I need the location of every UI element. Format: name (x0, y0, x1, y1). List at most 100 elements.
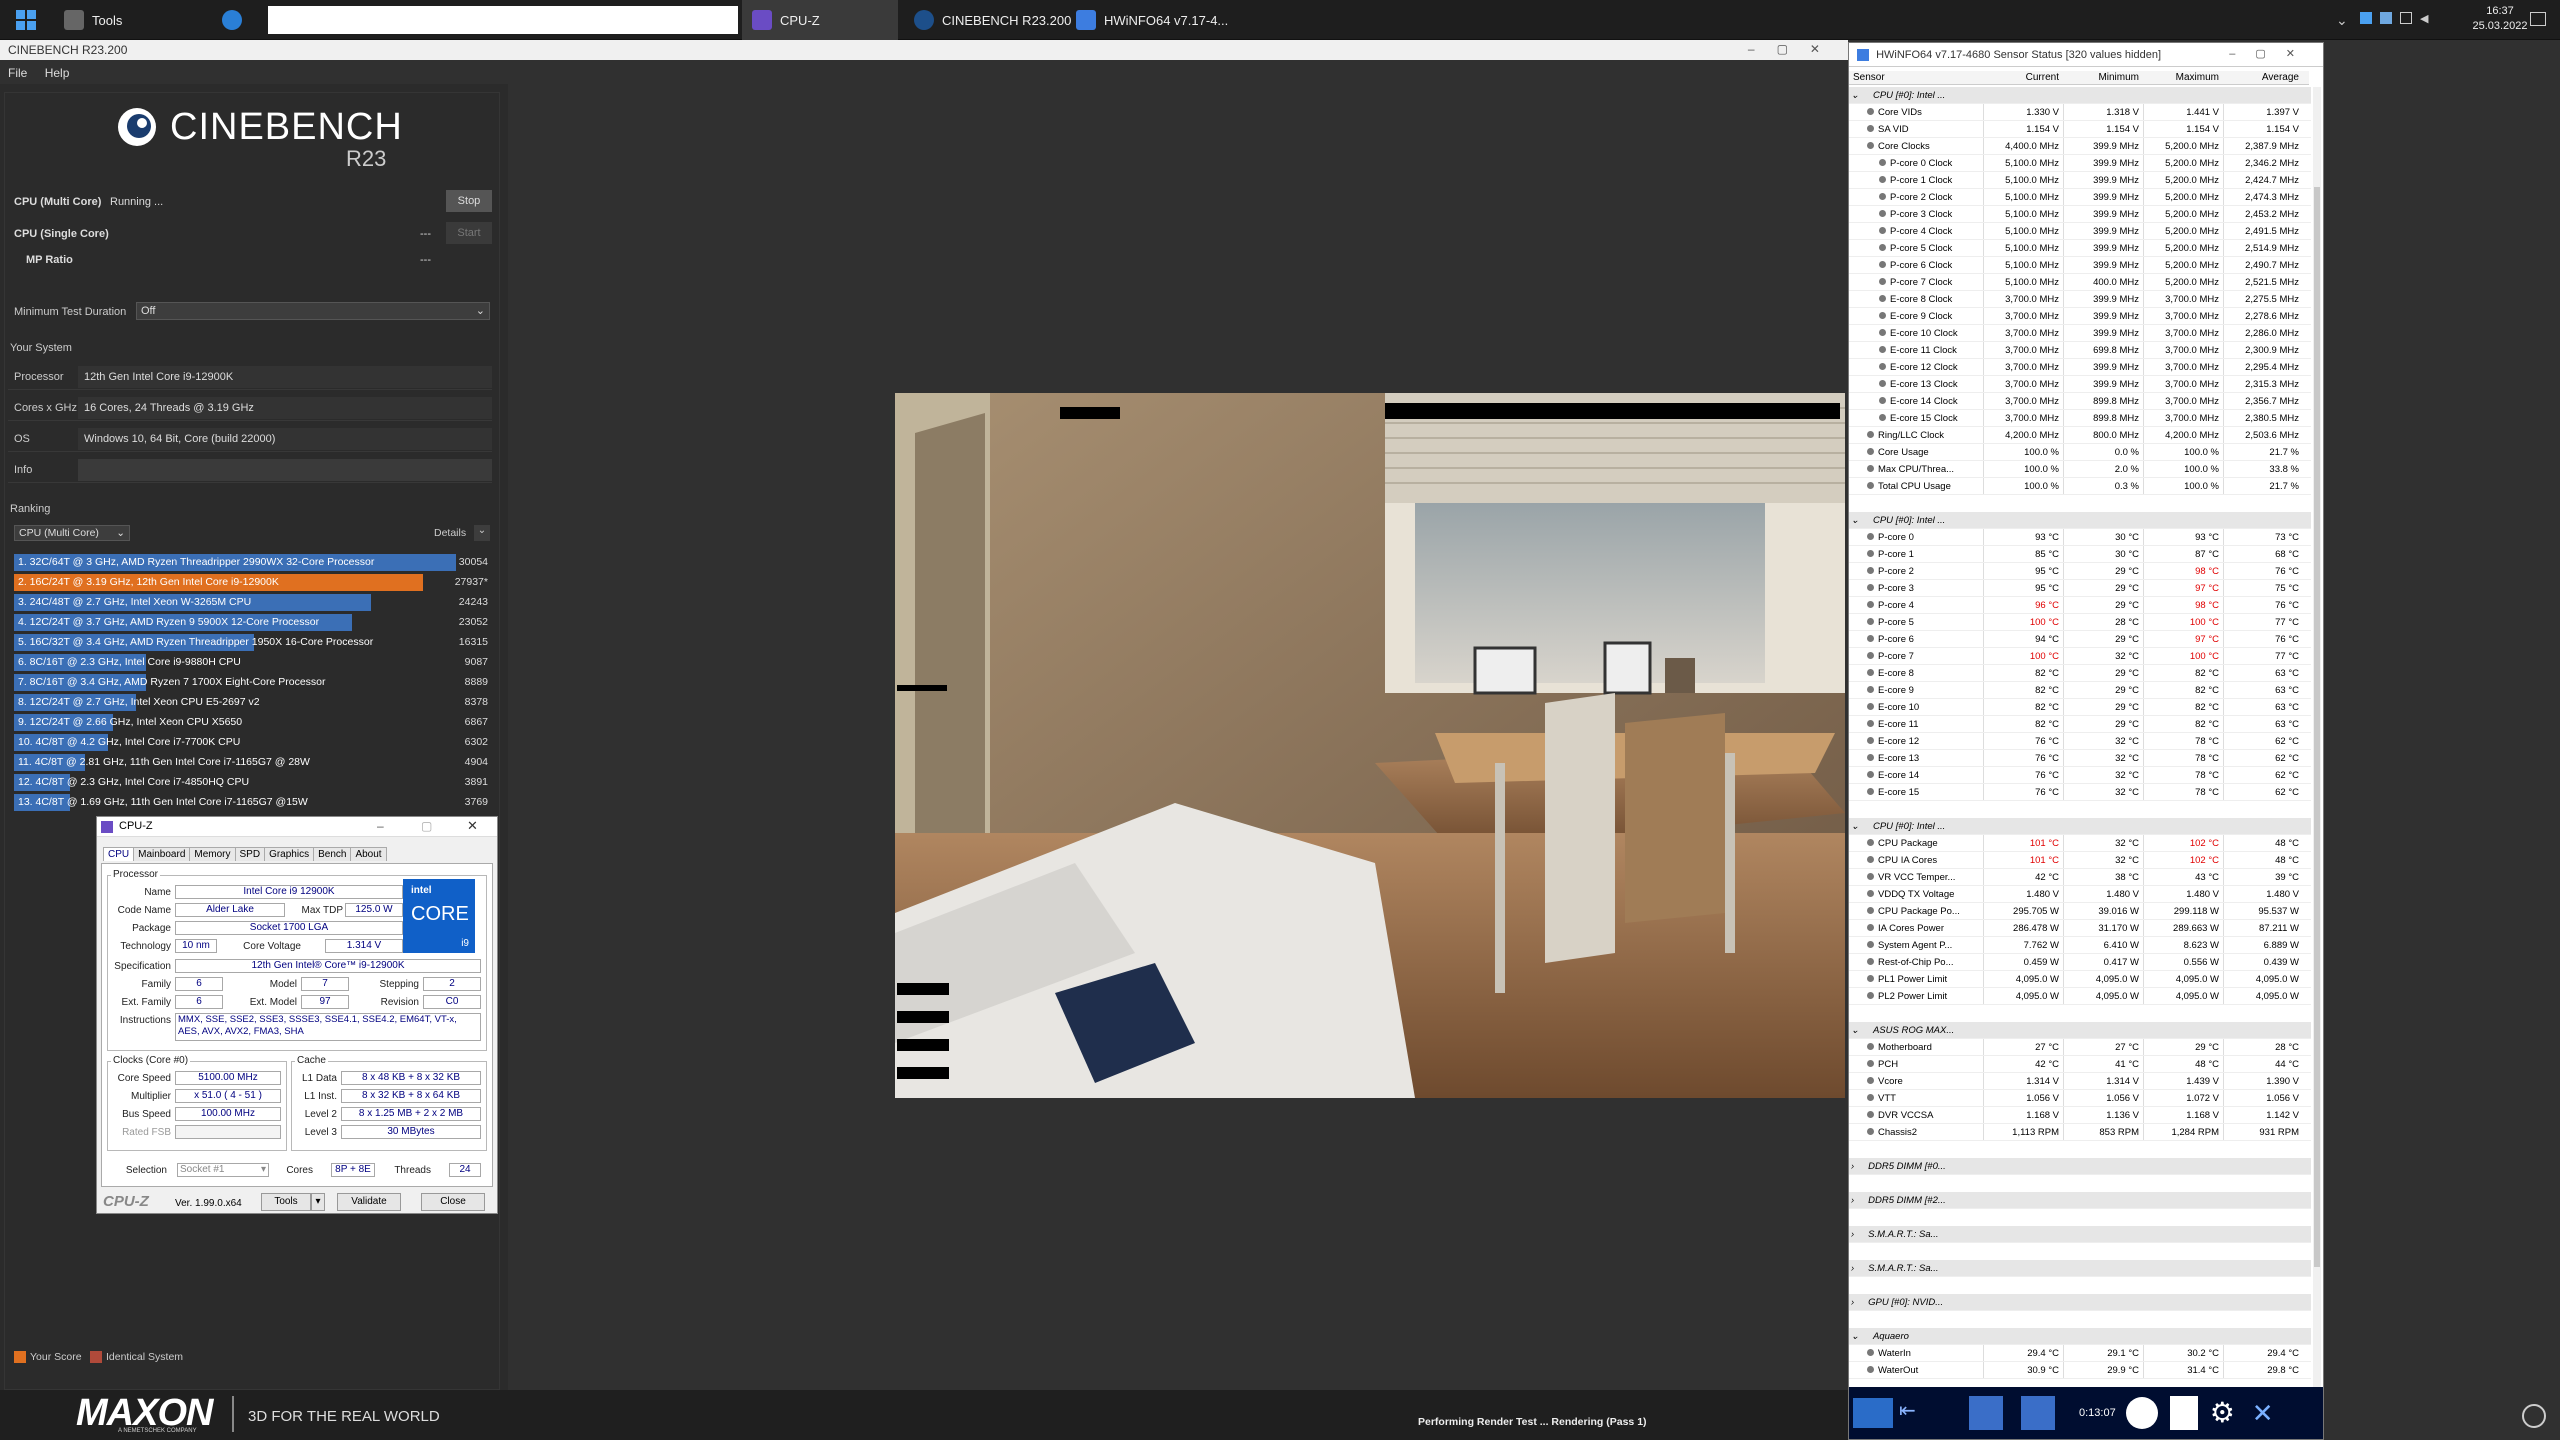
sensor-row[interactable]: SA VID 1.154 V 1.154 V 1.154 V 1.154 V (1849, 121, 2311, 138)
sensor-row[interactable]: Core Clocks 4,400.0 MHz 399.9 MHz 5,200.0 M… (1849, 138, 2311, 155)
chevron-right-icon[interactable]: › (1851, 1263, 1854, 1274)
sensor-row[interactable]: Chassis2 1,113 RPM 853 RPM 1,284 RPM 931 RPM (1849, 1124, 2311, 1141)
ranking-item[interactable]: 11. 4C/8T @ 2.81 GHz, 11th Gen Intel Cor… (14, 754, 488, 771)
close-button[interactable]: Close (421, 1193, 485, 1211)
sensor-row[interactable]: P-core 6 Clock 5,100.0 MHz 399.9 MHz 5,200.… (1849, 257, 2311, 274)
ranking-item[interactable]: 4. 12C/24T @ 3.7 GHz, AMD Ryzen 9 5900X … (14, 614, 488, 631)
sensor-row[interactable]: P-core 2 95 °C 29 °C 98 °C 76 °C (1849, 563, 2311, 580)
ranking-item[interactable]: 5. 16C/32T @ 3.4 GHz, AMD Ryzen Threadri… (14, 634, 488, 651)
validate-button[interactable]: Validate (337, 1193, 401, 1211)
sensor-group[interactable]: ⌄ ASUS ROG MAX... (1849, 1022, 2311, 1039)
sensor-row[interactable]: P-core 3 Clock 5,100.0 MHz 399.9 MHz 5,200.… (1849, 206, 2311, 223)
start-button[interactable]: Start (446, 222, 492, 244)
sensor-group[interactable]: › S.M.A.R.T.: Sa... (1849, 1260, 2311, 1277)
sensor-group[interactable]: › S.M.A.R.T.: Sa... (1849, 1226, 2311, 1243)
chevron-right-icon[interactable]: › (1851, 1161, 1854, 1172)
stop-button[interactable]: Stop (446, 190, 492, 212)
min-duration-select[interactable]: Off ⌄ (136, 302, 490, 320)
sensor-row[interactable]: P-core 1 85 °C 30 °C 87 °C 68 °C (1849, 546, 2311, 563)
notification-icon[interactable] (2530, 12, 2546, 26)
sensor-row[interactable]: Total CPU Usage 100.0 % 0.3 % 100.0 % 21.7 % (1849, 478, 2311, 495)
minimize-icon[interactable]: – (377, 819, 384, 833)
scrollbar[interactable] (2313, 87, 2321, 1387)
gear-icon[interactable]: ⚙ (2210, 1396, 2244, 1430)
sensor-row[interactable]: E-core 9 82 °C 29 °C 82 °C 63 °C (1849, 682, 2311, 699)
ranking-item[interactable]: 10. 4C/8T @ 4.2 GHz, Intel Core i7-7700K… (14, 734, 488, 751)
sensor-row[interactable]: VDDQ TX Voltage 1.480 V 1.480 V 1.480 V 1.48… (1849, 886, 2311, 903)
sensor-row[interactable]: VTT 1.056 V 1.056 V 1.072 V 1.056 V (1849, 1090, 2311, 1107)
chevron-down-icon[interactable]: ⌄ (1851, 90, 1859, 101)
taskbar-item-cpuz[interactable]: CPU-Z (742, 0, 898, 40)
socket-select[interactable]: Socket #1 ▾ (177, 1163, 269, 1177)
network-icon[interactable] (2021, 1396, 2055, 1430)
sensor-row[interactable]: E-core 15 76 °C 32 °C 78 °C 62 °C (1849, 784, 2311, 801)
tab-memory[interactable]: Memory (189, 847, 236, 861)
tab-spd[interactable]: SPD (234, 847, 266, 861)
tab-graphics[interactable]: Graphics (264, 847, 315, 861)
sensor-row[interactable]: IA Cores Power 286.478 W 31.170 W 289.663 W… (1849, 920, 2311, 937)
ranking-select[interactable]: CPU (Multi Core) ⌄ (14, 525, 130, 541)
col-minimum[interactable]: Minimum (2063, 71, 2143, 84)
sensor-row[interactable]: DVR VCCSA 1.168 V 1.136 V 1.168 V 1.142 V (1849, 1107, 2311, 1124)
sensor-row[interactable]: CPU Package Po... 295.705 W 39.016 W 299.11… (1849, 903, 2311, 920)
chevron-down-icon[interactable]: ⌄ (1851, 821, 1859, 832)
menu-help[interactable]: Help (45, 66, 70, 80)
sensor-group[interactable]: ⌄ CPU [#0]: Intel ... (1849, 87, 2311, 104)
sensor-row[interactable]: WaterIn 29.4 °C 29.1 °C 30.2 °C 29.4 °C (1849, 1345, 2311, 1362)
col-sensor[interactable]: Sensor (1849, 71, 1983, 84)
sensor-row[interactable]: PL1 Power Limit 4,095.0 W 4,095.0 W 4,095.0… (1849, 971, 2311, 988)
sensor-row[interactable]: WaterOut 30.9 °C 29.9 °C 31.4 °C 29.8 °C (1849, 1362, 2311, 1379)
menu-file[interactable]: File (8, 66, 27, 80)
col-current[interactable]: Current (1983, 71, 2063, 84)
network-icon[interactable] (2400, 12, 2412, 24)
chevron-down-icon[interactable]: ⌄ (1851, 1331, 1859, 1342)
tools-dropdown-icon[interactable]: ▾ (311, 1193, 325, 1211)
tab-about[interactable]: About (350, 847, 387, 861)
details-chevron-icon[interactable]: ⌄ (474, 525, 490, 541)
sensor-row[interactable]: E-core 10 Clock 3,700.0 MHz 399.9 MHz 3,700… (1849, 325, 2311, 342)
sensor-row[interactable]: P-core 0 93 °C 30 °C 93 °C 73 °C (1849, 529, 2311, 546)
sensor-row[interactable]: E-core 12 76 °C 32 °C 78 °C 62 °C (1849, 733, 2311, 750)
notification-center-icon[interactable] (2522, 1404, 2546, 1428)
taskbar-item-hwinfo[interactable]: HWiNFO64 v7.17-4... (1066, 0, 1238, 40)
ranking-item[interactable]: 6. 8C/16T @ 2.3 GHz, Intel Core i9-9880H… (14, 654, 488, 671)
sensor-row[interactable]: System Agent P... 7.762 W 6.410 W 8.623 W 6.… (1849, 937, 2311, 954)
sensor-row[interactable]: Max CPU/Threa... 100.0 % 2.0 % 100.0 % 33.8 … (1849, 461, 2311, 478)
sensor-row[interactable]: E-core 15 Clock 3,700.0 MHz 899.8 MHz 3,700… (1849, 410, 2311, 427)
clock-icon[interactable] (2125, 1397, 2158, 1429)
tools-button[interactable]: Tools (261, 1193, 311, 1211)
sensor-row[interactable]: VR VCC Temper... 42 °C 38 °C 43 °C 39 °C (1849, 869, 2311, 886)
sensor-row[interactable]: E-core 13 76 °C 32 °C 78 °C 62 °C (1849, 750, 2311, 767)
sensor-row[interactable]: P-core 5 100 °C 28 °C 100 °C 77 °C (1849, 614, 2311, 631)
close-icon[interactable]: ✕ (467, 818, 478, 834)
maximize-icon[interactable]: ▢ (421, 819, 432, 833)
taskbar-item-tools[interactable]: Tools (54, 0, 132, 40)
details-button[interactable]: Details (434, 527, 466, 539)
ranking-item[interactable]: 2. 16C/24T @ 3.19 GHz, 12th Gen Intel Co… (14, 574, 488, 591)
chevron-right-icon[interactable]: › (1851, 1229, 1854, 1240)
sensor-row[interactable]: P-core 7 100 °C 32 °C 100 °C 77 °C (1849, 648, 2311, 665)
collapse-icon[interactable]: ⇤ (1899, 1398, 1929, 1428)
tab-bench[interactable]: Bench (313, 847, 352, 861)
info-field[interactable] (78, 458, 492, 481)
sensor-row[interactable]: P-core 4 96 °C 29 °C 98 °C 76 °C (1849, 597, 2311, 614)
sensor-row[interactable]: CPU IA Cores 101 °C 32 °C 102 °C 48 °C (1849, 852, 2311, 869)
arrows-left-right-icon[interactable] (1853, 1398, 1893, 1428)
sensor-row[interactable]: P-core 4 Clock 5,100.0 MHz 399.9 MHz 5,200.… (1849, 223, 2311, 240)
sensor-row[interactable]: E-core 14 Clock 3,700.0 MHz 899.8 MHz 3,700… (1849, 393, 2311, 410)
window-controls[interactable]: –▢✕ (1748, 42, 1842, 56)
sensor-row[interactable]: P-core 2 Clock 5,100.0 MHz 399.9 MHz 5,200.… (1849, 189, 2311, 206)
ranking-item[interactable]: 12. 4C/8T @ 2.3 GHz, Intel Core i7-4850H… (14, 774, 488, 791)
col-average[interactable]: Average (2223, 71, 2303, 84)
sensor-row[interactable]: Core Usage 100.0 % 0.0 % 100.0 % 21.7 % (1849, 444, 2311, 461)
volume-icon[interactable]: ◀ (2420, 12, 2432, 25)
tray-app-icon[interactable] (2360, 12, 2372, 24)
sensor-row[interactable]: E-core 11 Clock 3,700.0 MHz 699.8 MHz 3,700… (1849, 342, 2311, 359)
sensor-row[interactable]: E-core 13 Clock 3,700.0 MHz 399.9 MHz 3,700… (1849, 376, 2311, 393)
taskbar-item-edge[interactable] (212, 0, 252, 40)
chevron-right-icon[interactable]: › (1851, 1297, 1854, 1308)
sensor-group[interactable]: › DDR5 DIMM [#0... (1849, 1158, 2311, 1175)
ranking-item[interactable]: 13. 4C/8T @ 1.69 GHz, 11th Gen Intel Cor… (14, 794, 488, 811)
sensor-row[interactable]: Rest-of-Chip Po... 0.459 W 0.417 W 0.556 W0… (1849, 954, 2311, 971)
sensor-row[interactable]: P-core 1 Clock 5,100.0 MHz 399.9 MHz 5,200.… (1849, 172, 2311, 189)
